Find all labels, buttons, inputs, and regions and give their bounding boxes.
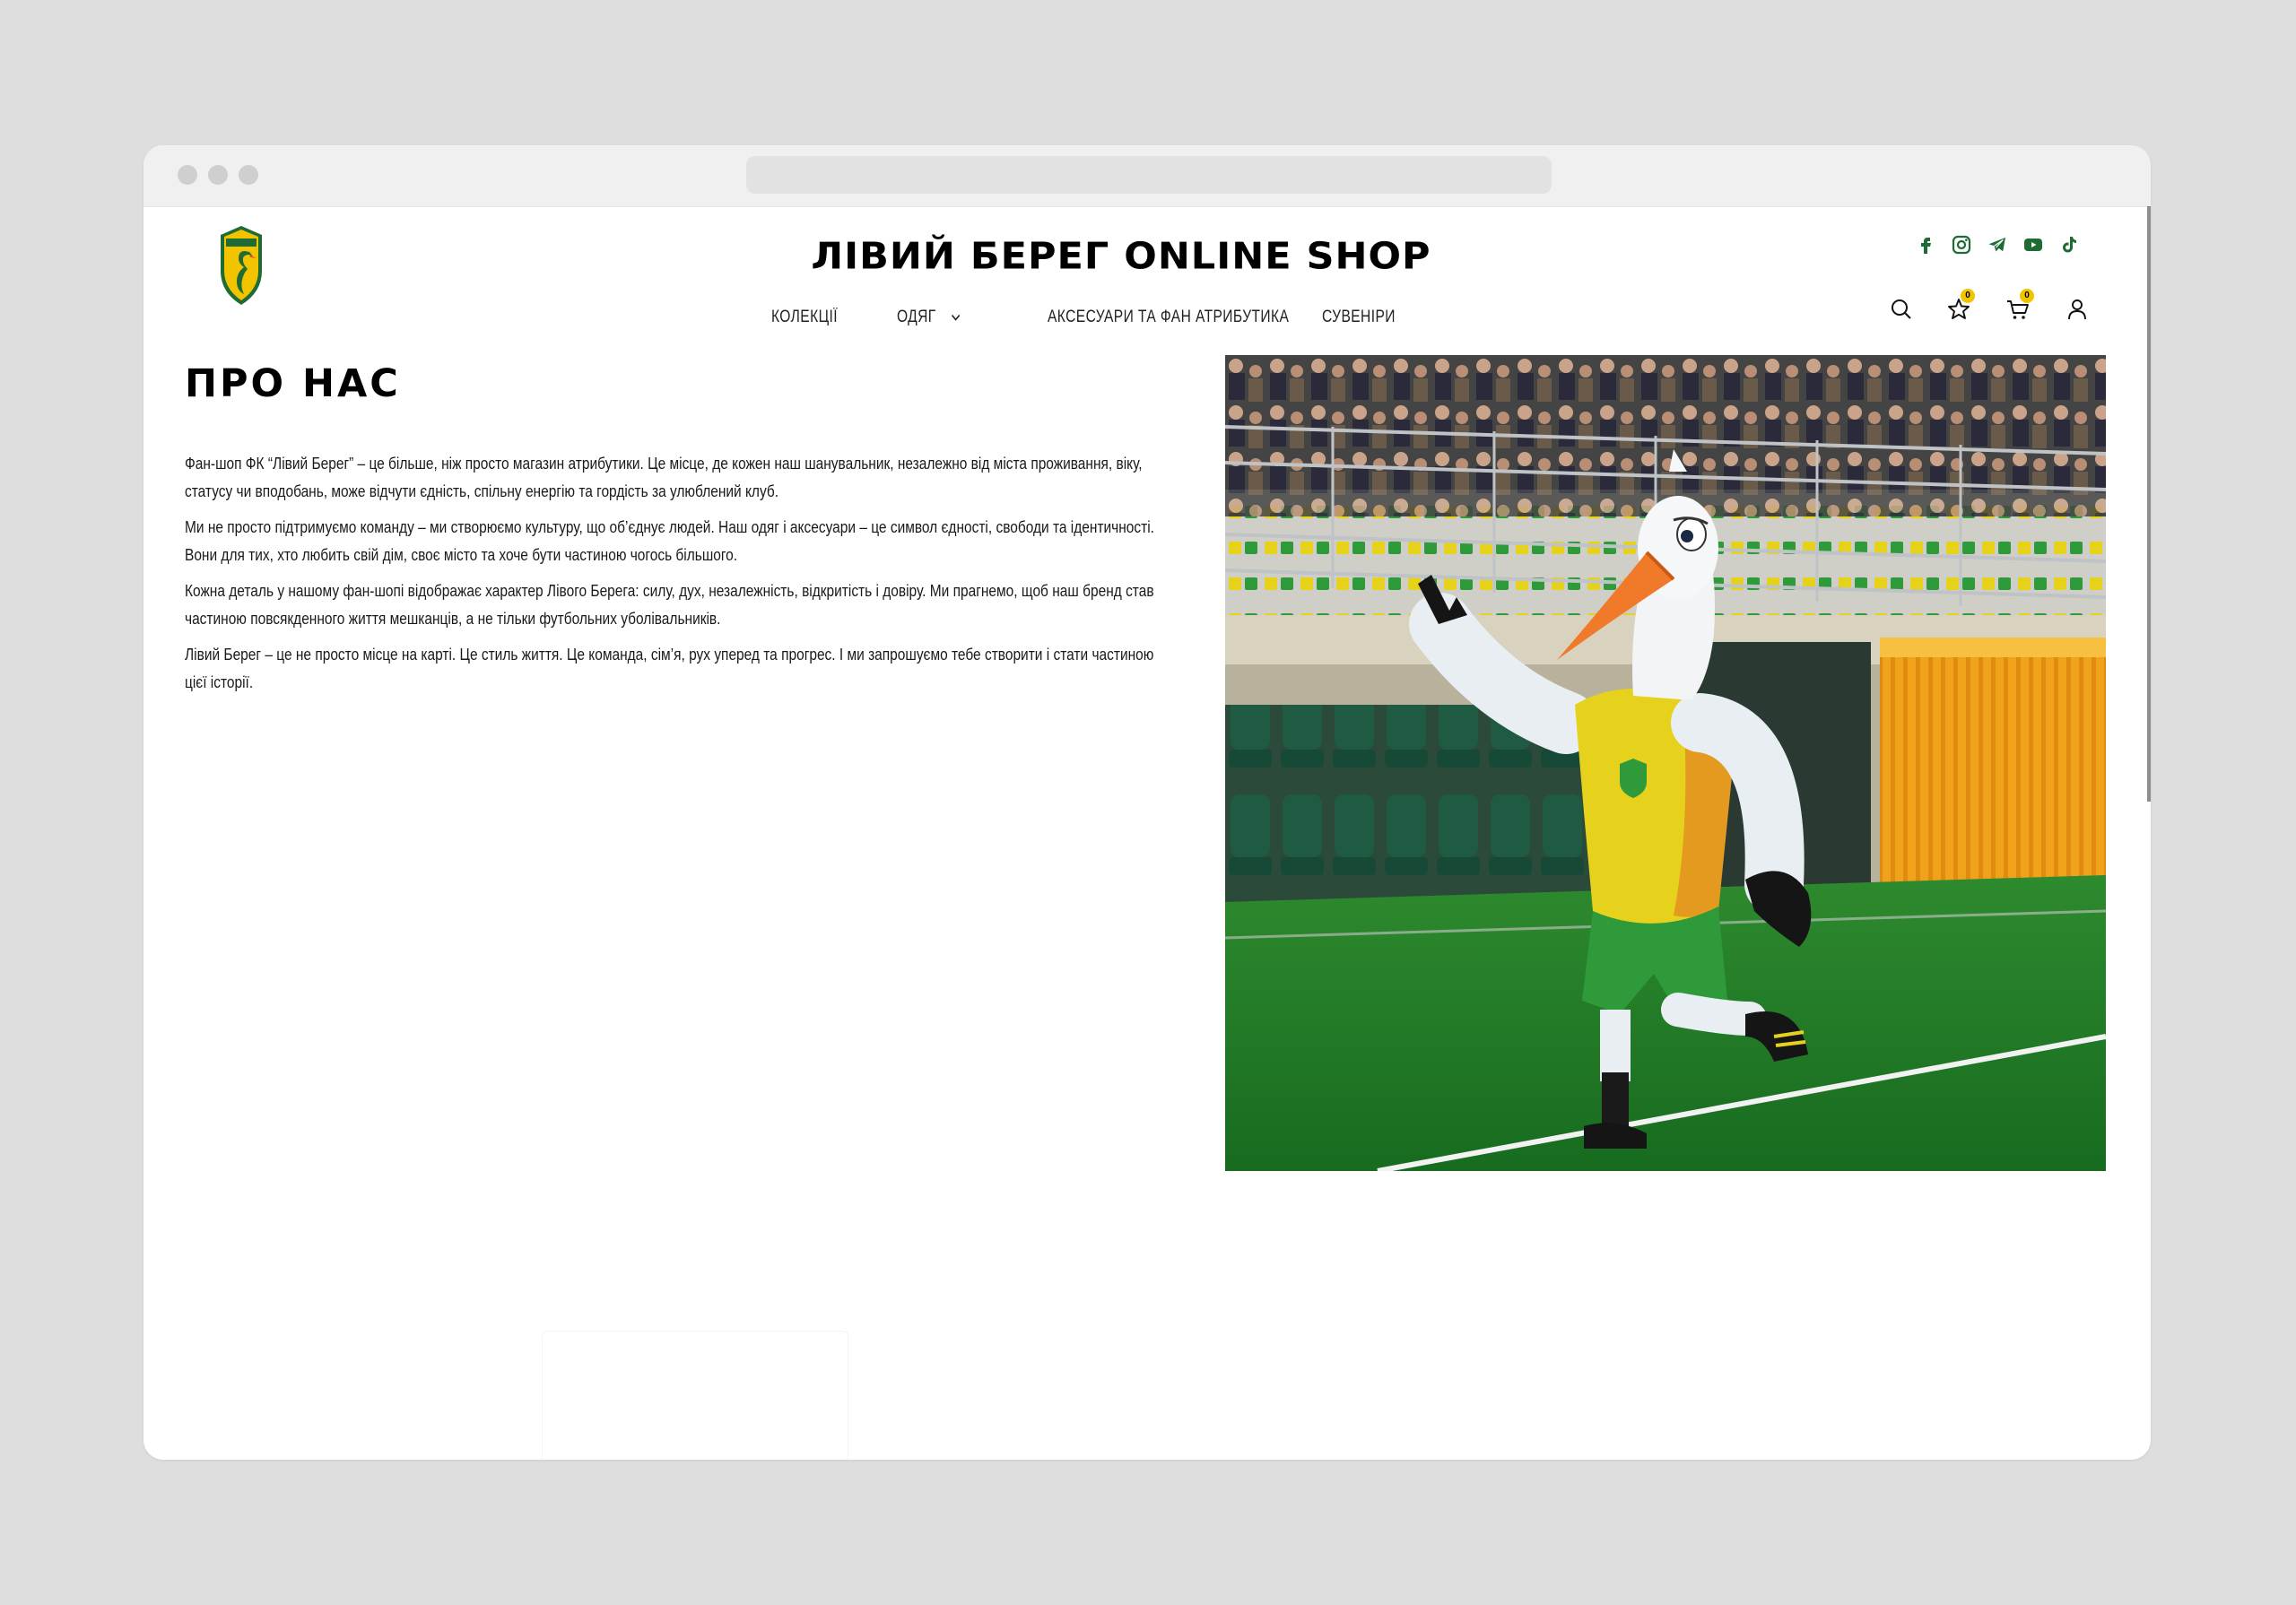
- nav-item-label: ОДЯГ: [897, 308, 936, 326]
- youtube-icon[interactable]: [2020, 231, 2047, 258]
- about-paragraph: Фан-шоп ФК “Лівий Берег” – це більше, ні…: [185, 455, 1143, 500]
- nav-item-label: АКСЕСУАРИ ТА ФАН АТРИБУТИКА: [1048, 308, 1290, 326]
- site-title[interactable]: ЛІВИЙ БЕРЕГ ONLINE SHOP: [718, 222, 1525, 291]
- search-button[interactable]: [1883, 289, 1919, 330]
- about-paragraph: Ми не просто підтримуємо команду – ми ст…: [185, 518, 1154, 564]
- window-maximize-dot[interactable]: [239, 165, 258, 185]
- nav-item-label: КОЛЕКЦІЇ: [771, 308, 839, 326]
- about-text: Фан-шоп ФК “Лівий Берег” – це більше, ні…: [185, 450, 1171, 705]
- account-button[interactable]: [2059, 289, 2095, 330]
- scrollbar[interactable]: [2147, 206, 2151, 802]
- window-close-dot[interactable]: [178, 165, 197, 185]
- wishlist-count-badge: 0: [1961, 289, 1975, 303]
- browser-toolbar: [144, 145, 2151, 207]
- cart-button[interactable]: 0: [2000, 289, 2036, 330]
- search-icon: [1892, 299, 1911, 319]
- browser-window: ЛІВИЙ БЕРЕГ ONLINE SHOP КОЛЕКЦІЇ ОДЯГ АК…: [144, 145, 2151, 1460]
- about-paragraph: Кожна деталь у нашому фан-шопі відобража…: [185, 582, 1154, 628]
- nav-item-collections[interactable]: КОЛЕКЦІЇ: [771, 299, 838, 335]
- social-links: [1912, 231, 2083, 258]
- telegram-icon[interactable]: [1984, 231, 2011, 258]
- empty-placeholder-block: [542, 1331, 848, 1460]
- club-logo[interactable]: [217, 224, 265, 307]
- stork-mascot-image: [1225, 355, 2106, 1171]
- nav-item-label: СУВЕНІРИ: [1322, 308, 1396, 326]
- about-paragraph: Лівий Берег – це не просто місце на карт…: [185, 646, 1154, 691]
- nav-item-accessories[interactable]: АКСЕСУАРИ ТА ФАН АТРИБУТИКА: [1048, 299, 1289, 335]
- instagram-icon[interactable]: [1948, 231, 1975, 258]
- cart-count-badge: 0: [2020, 289, 2034, 303]
- mascot-photo: [1225, 355, 2106, 1171]
- page-title: ПРО НАС: [185, 361, 401, 406]
- facebook-icon[interactable]: [1912, 231, 1939, 258]
- tiktok-icon[interactable]: [2056, 231, 2083, 258]
- chevron-down-icon: [952, 314, 961, 321]
- window-minimize-dot[interactable]: [208, 165, 228, 185]
- nav-item-clothing[interactable]: ОДЯГ: [897, 299, 961, 335]
- address-bar[interactable]: [746, 156, 1552, 194]
- nav-item-souvenirs[interactable]: СУВЕНІРИ: [1322, 299, 1396, 335]
- club-crest-icon: [221, 226, 262, 305]
- wishlist-button[interactable]: 0: [1941, 289, 1977, 330]
- user-icon: [2068, 299, 2086, 320]
